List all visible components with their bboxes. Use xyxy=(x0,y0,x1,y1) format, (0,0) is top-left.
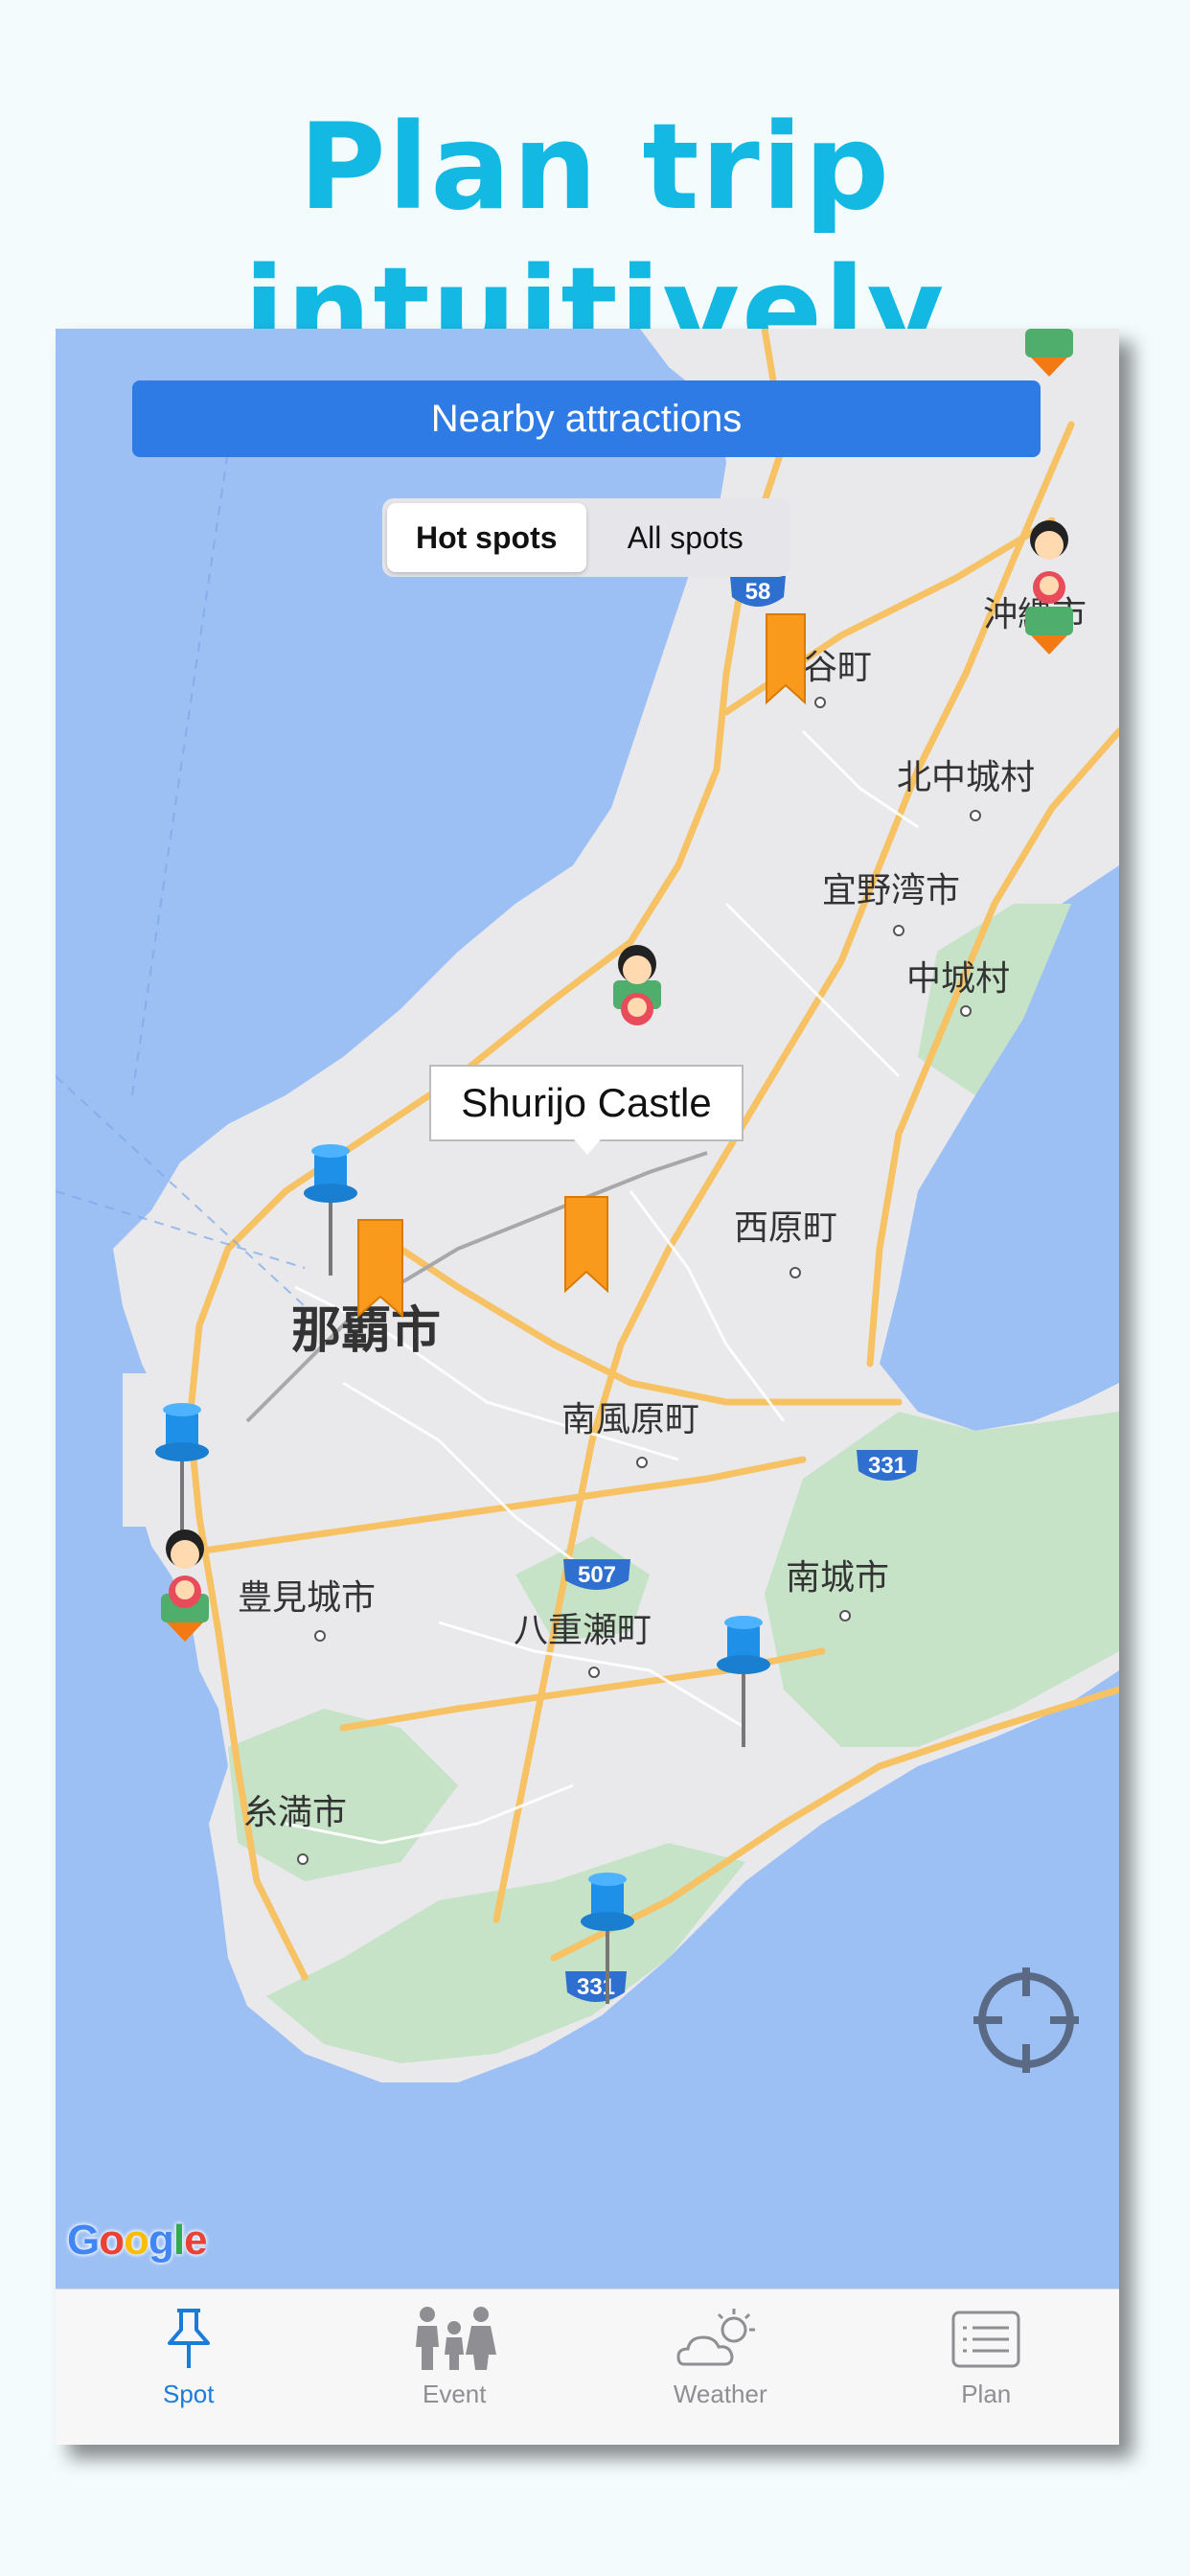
place-nishihara: 西原町 xyxy=(734,1208,837,1248)
people-icon xyxy=(416,2307,497,2370)
place-nanjo: 南城市 xyxy=(786,1558,889,1598)
tab-spot-label: Spot xyxy=(163,2380,215,2408)
tab-plan-label: Plan xyxy=(961,2380,1012,2408)
callout-tail xyxy=(574,1139,601,1155)
place-ginowan: 宜野湾市 xyxy=(822,871,960,910)
tab-weather-label: Weather xyxy=(673,2380,767,2408)
tab-bar: Spot Event Weather Plan xyxy=(56,2288,1119,2445)
map-view[interactable]: 58 331 507 331 沖縄市 谷町 北中城村 宜野湾市 中城村 西原町 … xyxy=(56,329,1119,2288)
place-kitanakagusuku: 北中城村 xyxy=(897,758,1035,797)
place-naha: 那覇市 xyxy=(291,1302,441,1360)
spot-filter-segment: Hot spots All spots xyxy=(382,498,790,577)
crosshair-icon xyxy=(973,1967,1079,2073)
route-shield-58: 58 xyxy=(745,579,771,605)
weather-icon xyxy=(676,2309,755,2366)
place-tomigusuku: 豊見城市 xyxy=(238,1578,376,1618)
place-haebaru: 南風原町 xyxy=(561,1400,699,1439)
tab-event[interactable]: Event xyxy=(322,2289,588,2445)
phone-screen: 58 331 507 331 沖縄市 谷町 北中城村 宜野湾市 中城村 西原町 … xyxy=(56,329,1119,2445)
route-shield-331: 331 xyxy=(868,1453,906,1479)
nearby-attractions-button[interactable]: Nearby attractions xyxy=(132,380,1041,457)
tab-spot[interactable]: Spot xyxy=(56,2289,322,2445)
route-shield-331-south: 331 xyxy=(577,1974,615,2000)
pin-icon xyxy=(167,2309,210,2368)
route-shield-507: 507 xyxy=(578,1562,616,1588)
google-logo: Google xyxy=(67,2217,208,2264)
spot-callout[interactable]: Shurijo Castle xyxy=(429,1065,744,1141)
tab-event-label: Event xyxy=(423,2380,487,2408)
place-nakagusuku: 中城村 xyxy=(906,959,1010,999)
place-chatan: 谷町 xyxy=(803,648,872,687)
place-yaese: 八重瀬町 xyxy=(514,1611,652,1650)
segment-hot-spots[interactable]: Hot spots xyxy=(387,503,586,572)
tab-weather[interactable]: Weather xyxy=(587,2289,854,2445)
tab-plan[interactable]: Plan xyxy=(854,2289,1120,2445)
list-icon xyxy=(951,2311,1020,2368)
segment-all-spots[interactable]: All spots xyxy=(586,503,786,572)
place-itoman: 糸満市 xyxy=(243,1793,347,1832)
